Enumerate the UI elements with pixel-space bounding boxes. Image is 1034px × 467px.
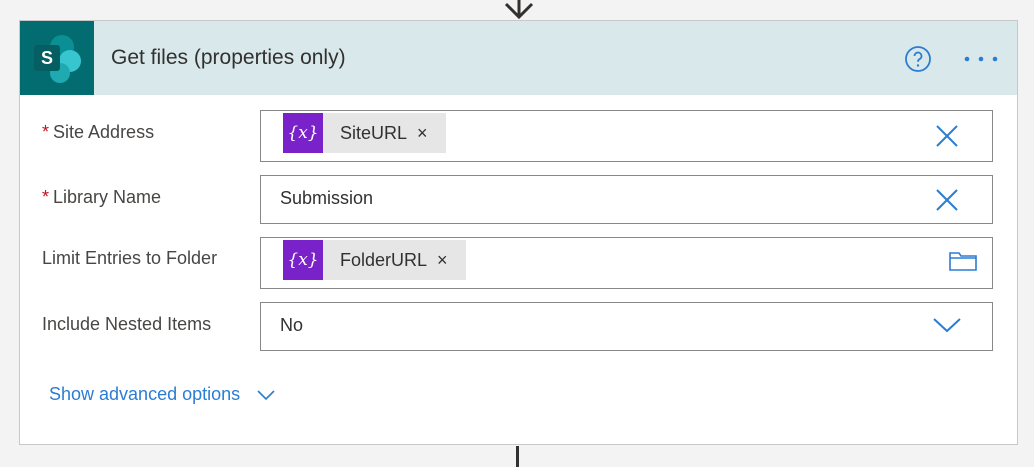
nested-items-value: No xyxy=(280,315,304,335)
flow-connector-arrow-icon xyxy=(504,0,534,20)
action-title: Get files (properties only) xyxy=(111,46,346,69)
action-card-header[interactable]: S Get files (properties only) xyxy=(20,21,1017,95)
limit-folder-field[interactable]: {x} FolderURL × xyxy=(260,237,993,289)
variable-icon: {x} xyxy=(283,240,323,280)
library-name-field[interactable]: Submission xyxy=(260,175,993,224)
sharepoint-icon: S xyxy=(20,21,94,95)
show-advanced-options-label: Show advanced options xyxy=(49,384,241,404)
library-name-label: * Library Name xyxy=(42,187,161,208)
clear-icon[interactable] xyxy=(935,124,959,148)
action-card: S Get files (properties only) * Site Addr… xyxy=(19,20,1018,445)
nested-items-dropdown[interactable]: No xyxy=(260,302,993,351)
site-url-token-label: SiteURL xyxy=(340,122,408,143)
chevron-down-icon xyxy=(257,389,275,400)
site-address-label-text: Site Address xyxy=(53,122,155,142)
library-name-label-text: Library Name xyxy=(53,187,162,207)
nested-items-label: Include Nested Items xyxy=(42,314,212,334)
clear-icon[interactable] xyxy=(935,188,959,212)
app-letter: S xyxy=(41,48,53,68)
folder-picker-icon[interactable] xyxy=(948,248,978,272)
folder-url-token[interactable]: {x} FolderURL × xyxy=(283,240,466,280)
more-ellipsis-icon[interactable] xyxy=(961,49,1001,69)
site-address-label: * Site Address xyxy=(42,122,154,143)
show-advanced-options-link[interactable]: Show advanced options xyxy=(49,384,276,405)
site-url-token[interactable]: {x} SiteURL × xyxy=(283,113,446,153)
help-circle-icon[interactable] xyxy=(904,45,932,73)
folder-url-token-label: FolderURL xyxy=(340,249,428,270)
remove-token-icon[interactable]: × xyxy=(417,123,428,144)
library-name-value: Submission xyxy=(280,188,374,208)
required-asterisk: * xyxy=(42,187,50,207)
required-asterisk: * xyxy=(42,122,50,142)
flow-connector-line xyxy=(516,446,519,467)
site-address-field[interactable]: {x} SiteURL × xyxy=(260,110,993,162)
variable-icon: {x} xyxy=(283,113,323,153)
chevron-down-icon[interactable] xyxy=(932,315,962,335)
limit-folder-label: Limit Entries to Folder xyxy=(42,248,218,268)
remove-token-icon[interactable]: × xyxy=(437,250,448,271)
